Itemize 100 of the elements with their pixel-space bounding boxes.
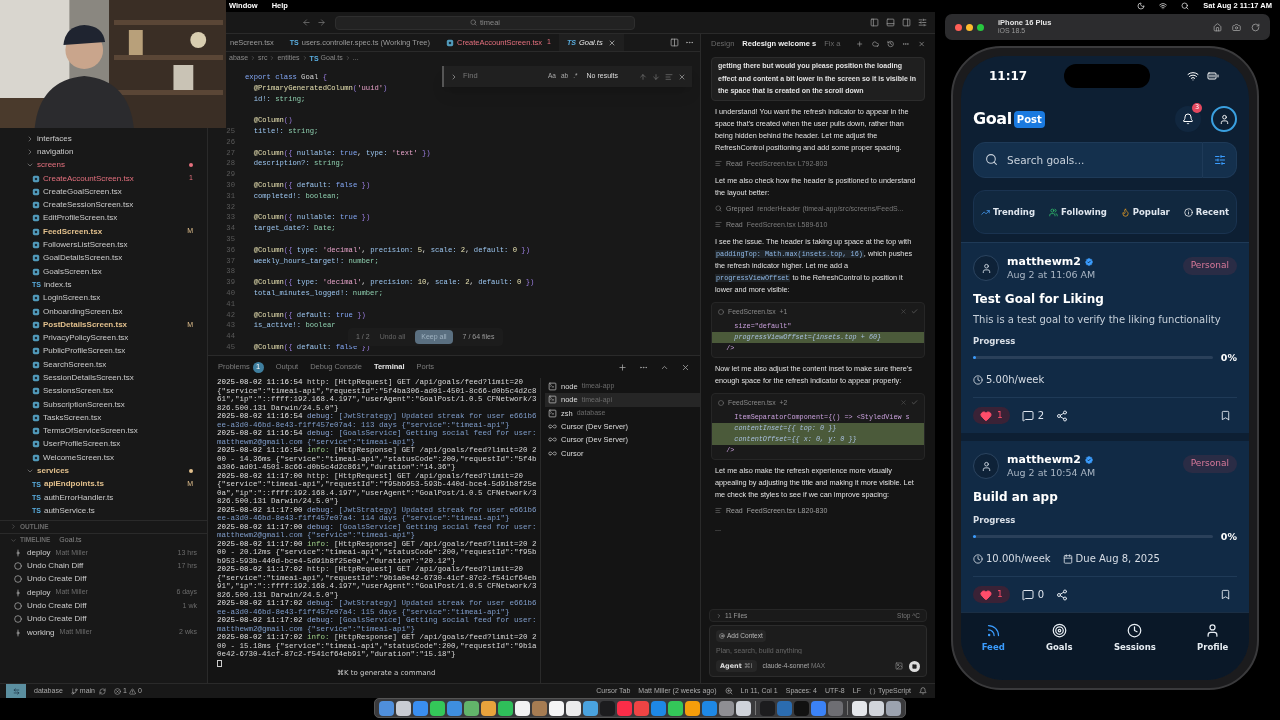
camera-icon[interactable]	[1232, 22, 1241, 32]
comment-icon	[1021, 588, 1034, 601]
timeline-item[interactable]: Undo Create Diff	[0, 572, 207, 587]
file-item[interactable]: GoalsScreen.tsx	[0, 264, 207, 279]
file-item[interactable]: UserProfileScreen.tsx	[0, 437, 207, 452]
nav-tab[interactable]: Goals	[1046, 623, 1073, 655]
search-icon[interactable]	[1181, 2, 1190, 10]
moon-icon[interactable]	[1137, 2, 1146, 10]
clock-icon	[973, 553, 983, 564]
filter-chip[interactable]: Trending	[980, 205, 1035, 219]
app-icon[interactable]	[515, 700, 530, 716]
filter-chip[interactable]: Recent	[1183, 205, 1229, 219]
file-item[interactable]: SearchScreen.tsx	[0, 358, 207, 372]
avatar[interactable]	[973, 453, 999, 479]
back-icon[interactable]	[302, 18, 311, 27]
close-window-button[interactable]	[955, 23, 962, 31]
file-item[interactable]: TermsOfServiceScreen.tsx	[0, 424, 207, 438]
file-item[interactable]: CreateSessionScreen.tsx	[0, 198, 207, 212]
search-field[interactable]: Search goals...	[973, 142, 1203, 178]
calendar-icon	[1062, 553, 1073, 564]
bookmark-icon[interactable]	[1220, 589, 1231, 600]
app-icon[interactable]	[736, 700, 751, 716]
folder-item[interactable]: services	[0, 464, 207, 478]
app-icon[interactable]	[396, 700, 411, 716]
sync-icon[interactable]	[99, 687, 106, 695]
nav-tab[interactable]: Sessions	[1113, 623, 1156, 655]
bookmark-icon[interactable]	[1220, 410, 1231, 421]
file-item[interactable]: SessionDetailsScreen.tsx	[0, 371, 207, 385]
username[interactable]: matthewm2	[1007, 453, 1081, 466]
folder-item[interactable]: navigation	[0, 145, 207, 159]
app-icon[interactable]	[498, 700, 513, 716]
profile-button[interactable]	[1211, 106, 1237, 132]
file-item[interactable]: PrivacyPolicyScreen.tsx	[0, 331, 207, 345]
file-item[interactable]: GoalDetailsScreen.tsx	[0, 251, 207, 265]
zoom-icon[interactable]	[724, 687, 733, 695]
avatar[interactable]	[973, 255, 999, 281]
home-icon[interactable]	[1213, 22, 1222, 32]
share-icon[interactable]	[1056, 409, 1069, 422]
bell-icon[interactable]	[919, 687, 927, 695]
toggle-replace-icon[interactable]	[450, 72, 458, 81]
more-icon[interactable]	[685, 38, 694, 47]
app-icon[interactable]	[430, 700, 445, 716]
app-icon[interactable]	[566, 700, 581, 716]
forward-icon[interactable]	[317, 18, 326, 27]
file-item[interactable]: FollowersListScreen.tsx	[0, 238, 207, 252]
chat-toggle-icon[interactable]	[902, 18, 911, 27]
file-item[interactable]: SubscriptionScreen.tsx	[0, 397, 207, 412]
app-icon[interactable]	[886, 700, 901, 716]
share-icon[interactable]	[1056, 588, 1069, 601]
file-name: OnboardingScreen.tsx	[43, 305, 123, 318]
file-item[interactable]: TasksScreen.tsx	[0, 411, 207, 425]
filter-chip[interactable]: Following	[1048, 205, 1107, 219]
app-icon[interactable]	[549, 700, 564, 716]
zoom-window-button[interactable]	[977, 23, 984, 31]
folder-item[interactable]: interfaces	[0, 132, 207, 146]
image-icon[interactable]	[895, 662, 903, 670]
file-item[interactable]: CreateGoalScreen.tsx	[0, 185, 207, 199]
file-item[interactable]: OnboardingScreen.tsx	[0, 304, 207, 319]
stop-generation-button[interactable]	[909, 660, 920, 672]
rotate-icon[interactable]	[1251, 22, 1260, 32]
app-icon[interactable]	[668, 700, 683, 716]
filter-button[interactable]	[1203, 142, 1237, 178]
wifi-icon	[1187, 70, 1199, 82]
filter-chip[interactable]: Popular	[1120, 205, 1170, 219]
app-icon[interactable]	[481, 700, 496, 716]
like-button[interactable]: 1	[973, 406, 1010, 425]
nav-tab[interactable]: Profile	[1197, 623, 1229, 655]
more-icon[interactable]	[902, 40, 910, 48]
history-icon[interactable]	[887, 40, 895, 48]
settings-icon[interactable]	[918, 18, 927, 27]
sidebar-toggle-icon[interactable]	[870, 18, 879, 27]
close-icon[interactable]	[917, 40, 925, 48]
file-item[interactable]: WelcomeScreen.tsx	[0, 451, 207, 465]
file-item[interactable]: SessionsScreen.tsx	[0, 384, 207, 398]
nav-tab[interactable]: Feed	[981, 623, 1005, 655]
app-icon[interactable]	[685, 700, 700, 716]
folder-item[interactable]: screens	[0, 158, 207, 172]
comment-button[interactable]: 2	[1021, 408, 1045, 423]
like-button[interactable]: 1	[973, 585, 1010, 604]
close-icon[interactable]	[681, 362, 690, 372]
wifi-icon[interactable]	[1159, 2, 1168, 10]
terminal-cursor	[217, 659, 222, 667]
timeline-item[interactable]: Undo Create Diff	[0, 612, 207, 626]
panel-toggle-icon[interactable]	[886, 18, 895, 27]
cloud-icon[interactable]	[871, 40, 880, 48]
comment-button[interactable]: 0	[1021, 587, 1045, 602]
file-item[interactable]: EditProfileScreen.tsx	[0, 211, 207, 226]
file-item[interactable]: LoginScreen.tsx	[0, 291, 207, 305]
close-icon[interactable]	[678, 72, 686, 81]
category-tag: Personal	[1182, 455, 1237, 473]
app-icon[interactable]	[464, 700, 479, 716]
app-icon[interactable]	[869, 700, 884, 716]
new-terminal-icon[interactable]	[618, 362, 627, 372]
file-item[interactable]: PublicProfileScreen.tsx	[0, 344, 207, 359]
app-icon[interactable]	[852, 700, 867, 716]
split-editor-icon[interactable]	[670, 38, 679, 47]
minimize-window-button[interactable]	[966, 23, 973, 31]
new-chat-icon[interactable]	[856, 40, 864, 48]
close-icon[interactable]	[607, 38, 616, 47]
username[interactable]: matthewm2	[1007, 255, 1081, 268]
